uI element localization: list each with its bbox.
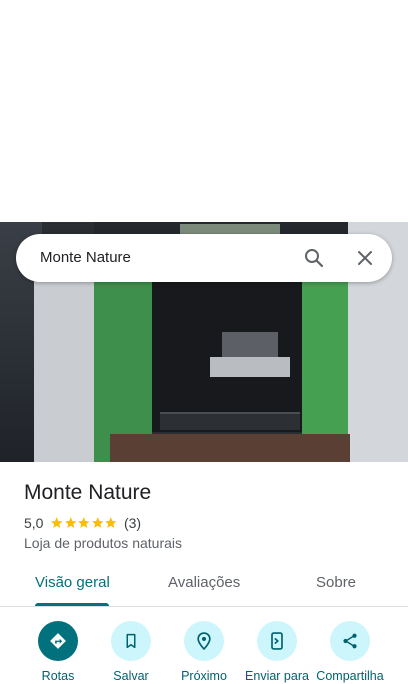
tab-about[interactable]: Sobre: [316, 574, 356, 591]
share-button[interactable]: Compartilha: [310, 621, 390, 684]
map-blank-area: [0, 0, 408, 222]
search-icon[interactable]: [302, 246, 326, 270]
rating-value: 5,0: [24, 515, 44, 531]
directions-button[interactable]: Rotas: [18, 621, 98, 684]
nearby-label: Próximo: [181, 669, 227, 683]
star-icon: [92, 517, 104, 529]
bookmark-icon: [126, 633, 136, 649]
rating-row[interactable]: 5,0 (3): [24, 514, 141, 532]
directions-label: Rotas: [41, 669, 75, 683]
save-button-circle: [111, 621, 151, 661]
tab-overview[interactable]: Visão geral: [35, 574, 110, 591]
photo-step: [110, 434, 350, 462]
share-icon: [343, 633, 357, 649]
send-to-phone-icon: [271, 632, 283, 650]
send-to-phone-label: Enviar para: [245, 669, 309, 683]
save-label: Salvar: [113, 669, 149, 683]
star-icon: [105, 517, 117, 529]
photo-shelf: [210, 357, 290, 377]
close-icon[interactable]: [353, 246, 377, 270]
directions-button-circle: [38, 621, 78, 661]
photo-doormat: [160, 412, 300, 430]
nearby-button[interactable]: Próximo: [164, 621, 244, 684]
star-icon: [78, 517, 90, 529]
nearby-pin-icon: [197, 632, 211, 651]
place-category: Loja de produtos naturais: [24, 535, 182, 551]
search-bar[interactable]: Monte Nature: [16, 234, 392, 282]
directions-icon: [50, 633, 66, 649]
share-label: Compartilha: [316, 669, 384, 683]
search-query[interactable]: Monte Nature: [40, 249, 131, 266]
send-to-phone-button[interactable]: Enviar para: [237, 621, 317, 684]
star-icon: [65, 517, 77, 529]
review-count[interactable]: (3): [124, 515, 141, 531]
nearby-button-circle: [184, 621, 224, 661]
star-icon: [51, 517, 63, 529]
save-button[interactable]: Salvar: [91, 621, 171, 684]
tab-bar: Visão geral Avaliações Sobre: [0, 562, 408, 607]
rating-stars: [50, 516, 118, 530]
action-bar: Rotas Salvar Próximo Enviar para Compart…: [0, 621, 408, 684]
send-to-phone-button-circle: [257, 621, 297, 661]
share-button-circle: [330, 621, 370, 661]
photo-pillar-left: [34, 272, 94, 462]
tab-active-indicator: [35, 603, 109, 606]
tab-reviews[interactable]: Avaliações: [168, 574, 240, 591]
photo-jars: [222, 332, 278, 358]
place-title: Monte Nature: [24, 481, 152, 504]
